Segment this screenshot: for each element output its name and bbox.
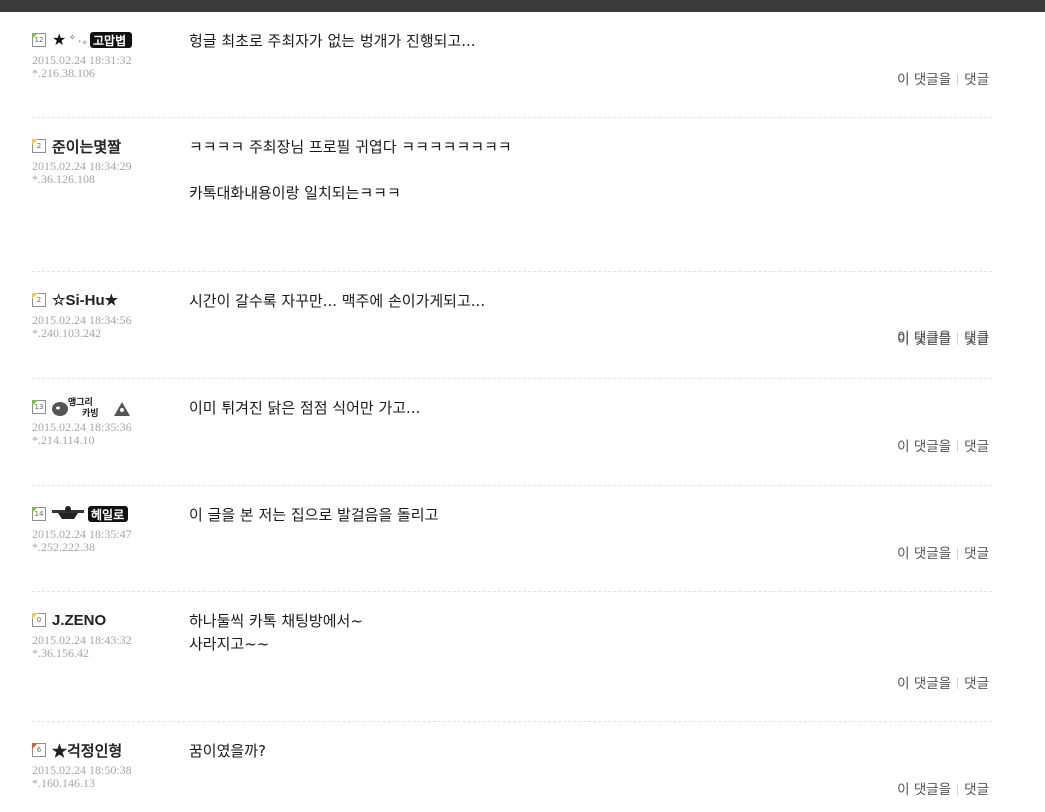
comment-author[interactable]: 14 헤일로 [32,504,182,524]
svg-text:⁺✧: ⁺✧ [78,39,88,47]
svg-text:카빙: 카빙 [82,407,99,418]
comment-actions: 이 댓글을 댓글 [897,672,992,692]
level-badge: 14 [32,507,46,521]
comment-meta: 2 ☆Si-Hu★ 2015.02.24 18:34:56 *.240.103.… [32,290,182,340]
comment-meta: 13 앵그리 카빙 2015.02.24 18:35:36 *.214.114.… [32,396,182,447]
comment-author[interactable]: 2 준이는몇짤 [32,136,182,156]
reply-link[interactable]: 댓글 [964,676,989,692]
comment-text: 꿈이였을까? [189,742,266,760]
comment-ip: *.160.146.13 [32,776,95,790]
comment-author[interactable]: 6 ★걱정인형 [32,740,182,760]
level-badge: 6 [32,743,46,757]
comment-body: 이 글을 본 저는 집으로 발걸음을 돌리고 [189,486,992,527]
comment-ip: *.36.156.42 [32,646,89,660]
divider [957,548,959,559]
comment-body: 헝글 최초로 주최자가 없는 벙개가 진행되고... [189,12,992,53]
nickname[interactable]: ★걱정인형 [52,740,122,761]
level-badge: 13 [32,400,46,414]
comment-item: 2 준이는몇짤 2015.02.24 18:34:29 *.36.126.108… [32,118,992,346]
comment-item: 13 앵그리 카빙 2015.02.24 18:35:36 *.214.114.… [32,379,992,486]
comment-item: 14 헤일로 2015.02.24 18:35:47 *.252.222.38 … [32,486,992,592]
comment-item: 12 ★ ✧ ⁺✧ 고맙볍 2015.02.24 18:31:32 *.216.… [32,12,992,118]
nickname[interactable]: 준이는몇짤 [52,136,121,157]
comment-body: 이미 튀겨진 닭은 점점 식어만 가고... [189,379,992,420]
comment-actions: 이 댓글을 댓글 [897,778,992,798]
reply-to-this-link[interactable]: 이 댓글을 [897,439,951,455]
comment-author[interactable]: 2 ☆Si-Hu★ [32,290,182,310]
nickname[interactable]: ☆Si-Hu★ [52,291,118,309]
level-badge: 2 [32,293,46,307]
comment-item: 6 ★걱정인형 2015.02.24 18:50:38 *.160.146.13… [32,722,992,812]
comment-body: ㅋㅋㅋㅋ 주최장님 프로필 귀엽다 ㅋㅋㅋㅋㅋㅋㅋㅋ 카톡대화내용이랑 일치되는… [189,118,992,205]
svg-text:✧: ✧ [69,33,76,42]
comment-actions: 이 댓글을 댓글 [897,542,992,562]
comment-body: 꿈이였을까? [189,722,992,763]
comment-item: 2 ☆Si-Hu★ 2015.02.24 18:34:56 *.240.103.… [32,272,992,379]
divider [957,334,959,345]
divider [957,74,959,85]
comment-body: 하나둘씩 카톡 채팅방에서~ 사라지고~~ [189,592,992,656]
reply-link[interactable]: 댓글 [964,332,989,348]
comment-ip: *.214.114.10 [32,433,95,447]
comment-meta: 6 ★걱정인형 2015.02.24 18:50:38 *.160.146.13 [32,740,182,790]
level-badge: 12 [32,33,46,47]
comment-actions: 이 댓글을 댓글 [897,435,992,455]
comment-text: 헝글 최초로 주최자가 없는 벙개가 진행되고... [189,32,476,50]
comment-body: 시간이 갈수록 자꾸만... 맥주에 손이가게되고... [189,272,992,313]
comment-text: 이미 튀겨진 닭은 점점 식어만 가고... [189,399,421,417]
reply-link[interactable]: 댓글 [964,782,989,798]
comment-author[interactable]: 12 ★ ✧ ⁺✧ 고맙볍 [32,30,182,50]
comment-actions: 이 댓글을 댓글 [897,68,992,88]
nickname-image[interactable]: 앵그리 카빙 [52,396,132,418]
comment-list: 12 ★ ✧ ⁺✧ 고맙볍 2015.02.24 18:31:32 *.216.… [32,12,992,812]
divider [957,678,959,689]
svg-text:헤일로: 헤일로 [91,507,124,522]
reply-to-this-link[interactable]: 이 댓글을 [897,546,951,562]
level-badge: 0 [32,613,46,627]
comment-meta: 0 J.ZENO 2015.02.24 18:43:32 *.36.156.42 [32,610,182,660]
comment-meta: 2 준이는몇짤 2015.02.24 18:34:29 *.36.126.108 [32,136,182,186]
svg-text:고맙볍: 고맙볍 [93,33,126,48]
comment-ip: *.252.222.38 [32,540,95,554]
comment-text: 하나둘씩 카톡 채팅방에서~ [189,612,363,630]
divider [957,441,959,452]
comment-ip: *.36.126.108 [32,172,95,186]
comment-text: 카톡대화내용이랑 일치되는ㅋㅋㅋ [189,184,401,202]
reply-link[interactable]: 댓글 [964,546,989,562]
comment-text: ㅋㅋㅋㅋ 주최장님 프로필 귀엽다 ㅋㅋㅋㅋㅋㅋㅋㅋ [189,138,512,156]
comment-item: 0 J.ZENO 2015.02.24 18:43:32 *.36.156.42… [32,592,992,722]
comment-author[interactable]: 0 J.ZENO [32,610,182,630]
comment-blank-line [189,159,992,182]
reply-link[interactable]: 댓글 [964,72,989,88]
reply-to-this-link[interactable]: 이 댓글을 [897,72,951,88]
svg-text:★: ★ [52,30,66,49]
reply-to-this-link[interactable]: 이 댓글을 [897,782,951,798]
reply-to-this-link[interactable]: 이 댓글을 [897,676,951,692]
comment-author[interactable]: 13 앵그리 카빙 [32,396,182,418]
comment-meta: 12 ★ ✧ ⁺✧ 고맙볍 2015.02.24 18:31:32 *.216.… [32,30,182,80]
svg-text:앵그리: 앵그리 [68,396,93,408]
comment-actions: 이 댓글을 댓글 [897,328,992,348]
comment-ip: *.216.38.106 [32,66,95,80]
top-bar [0,0,1045,12]
level-badge: 2 [32,139,46,153]
nickname[interactable]: J.ZENO [52,612,106,629]
nickname-image[interactable]: 헤일로 [52,504,132,524]
comment-text: 이 글을 본 저는 집으로 발걸음을 돌리고 [189,506,439,524]
comment-text: 시간이 갈수록 자꾸만... 맥주에 손이가게되고... [189,292,486,310]
reply-to-this-link[interactable]: 이 댓글을 [897,332,951,348]
nickname-image[interactable]: ★ ✧ ⁺✧ 고맙볍 [52,30,132,50]
comment-meta: 14 헤일로 2015.02.24 18:35:47 *.252.222.38 [32,504,182,554]
comment-text: 사라지고~~ [189,635,270,653]
reply-link[interactable]: 댓글 [964,439,989,455]
divider [957,784,959,795]
comment-ip: *.240.103.242 [32,326,101,340]
